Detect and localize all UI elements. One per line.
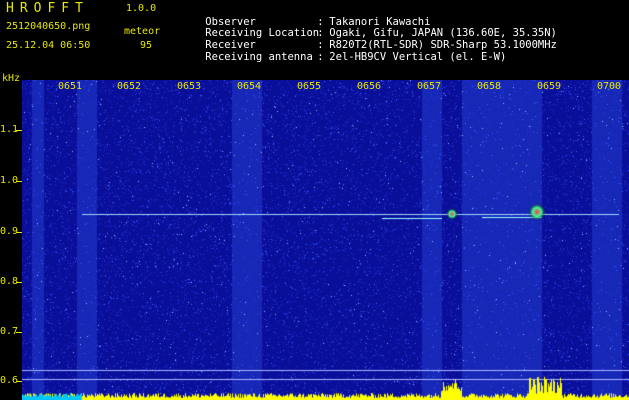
meteor-label: meteor [124,26,161,37]
info-row-antenna: Receiving antenna:2el-HB9CV Vertical (el… [180,39,506,75]
meteor-count: 95 [140,40,153,51]
info-value: 2el-HB9CV Vertical (el. E-W) [329,51,507,63]
x-tick-label: 0653 [177,81,202,92]
info-key: Receiving antenna [205,51,313,63]
x-tick-label: 0700 [597,81,622,92]
x-tick-label: 0657 [417,81,442,92]
x-tick-label: 0654 [237,81,262,92]
app-title: HROFFT [6,1,89,16]
spectrogram-canvas [22,80,629,400]
timestamp: 25.12.04 06:50 [6,40,91,51]
app-version: 1.0.0 [126,3,157,14]
x-tick-label: 0659 [537,81,562,92]
header-panel: HROFFT 1.0.0 2512040650.png 25.12.04 06:… [0,0,629,80]
x-tick-label: 0658 [477,81,502,92]
x-tick-label: 0656 [357,81,382,92]
x-tick-label: 0651 [58,81,83,92]
file-name: 2512040650.png [6,21,91,32]
x-tick-label: 0652 [117,81,142,92]
info-sep: : [317,51,324,63]
y-axis-unit: kHz [2,73,21,84]
x-tick-label: 0655 [297,81,322,92]
